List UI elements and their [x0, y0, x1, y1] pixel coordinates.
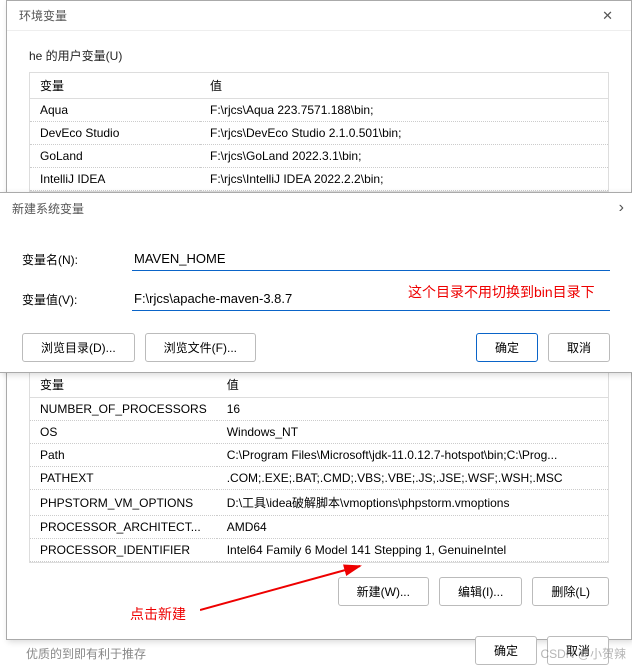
annotation-1: 这个目录不用切换到bin目录下 — [408, 282, 595, 302]
cancel-button[interactable]: 取消 — [548, 333, 610, 362]
table-row[interactable]: DevEco StudioF:\rjcs\DevEco Studio 2.1.0… — [30, 122, 608, 145]
user-vars-label: he 的用户变量(U) — [29, 47, 631, 64]
table-header-row: 变量 值 — [30, 73, 608, 99]
var-value-label: 变量值(V): — [22, 291, 132, 308]
col-value[interactable]: 值 — [217, 372, 608, 398]
new-button[interactable]: 新建(W)... — [338, 577, 429, 606]
table-row[interactable]: OSWindows_NT — [30, 421, 608, 444]
table-row[interactable]: NUMBER_OF_PROCESSORS16 — [30, 398, 608, 421]
env-dialog-titlebar: 环境变量 ✕ — [7, 1, 631, 31]
table-row[interactable]: PHPSTORM_VM_OPTIONSD:\工具\idea破解脚本\vmopti… — [30, 490, 608, 516]
table-row[interactable]: PROCESSOR_ARCHITECT...AMD64 — [30, 516, 608, 539]
table-row[interactable]: AquaF:\rjcs\Aqua 223.7571.188\bin; — [30, 99, 608, 122]
confirm-buttons: 确定 取消 — [476, 333, 610, 362]
delete-button[interactable]: 删除(L) — [532, 577, 609, 606]
browse-buttons: 浏览目录(D)... 浏览文件(F)... — [22, 333, 256, 362]
expand-icon[interactable]: › — [619, 199, 624, 217]
ok-button[interactable]: 确定 — [476, 333, 538, 362]
var-name-row: 变量名(N): — [0, 239, 632, 279]
env-dialog-title: 环境变量 — [19, 7, 67, 24]
table-row[interactable]: GoLandF:\rjcs\GoLand 2022.3.1\bin; — [30, 145, 608, 168]
table-row[interactable]: IntelliJ IDEAF:\rjcs\IntelliJ IDEA 2022.… — [30, 168, 608, 191]
col-variable[interactable]: 变量 — [30, 73, 200, 99]
var-name-input[interactable] — [132, 247, 610, 271]
table-row[interactable]: PATHEXT.COM;.EXE;.BAT;.CMD;.VBS;.VBE;.JS… — [30, 467, 608, 490]
browse-dir-button[interactable]: 浏览目录(D)... — [22, 333, 135, 362]
new-sysvar-title: 新建系统变量 — [12, 200, 84, 217]
browse-file-button[interactable]: 浏览文件(F)... — [145, 333, 256, 362]
annotation-2: 点击新建 — [130, 604, 186, 624]
table-row[interactable]: PROCESSOR_IDENTIFIERIntel64 Family 6 Mod… — [30, 539, 608, 562]
table-header-row: 变量 值 — [30, 372, 608, 398]
edit-button[interactable]: 编辑(I)... — [439, 577, 522, 606]
new-sysvar-titlebar: 新建系统变量 › — [0, 193, 632, 223]
ok-button[interactable]: 确定 — [475, 636, 537, 665]
background-text: 优质的到即有利于推存 — [26, 645, 146, 662]
sys-vars-buttons: 新建(W)... 编辑(I)... 删除(L) — [7, 577, 609, 606]
col-value[interactable]: 值 — [200, 73, 608, 99]
close-icon[interactable]: ✕ — [596, 6, 619, 26]
watermark: CSDN @小贺辣 — [540, 645, 626, 662]
var-name-label: 变量名(N): — [22, 251, 132, 268]
user-vars-table: 变量 值 AquaF:\rjcs\Aqua 223.7571.188\bin; … — [29, 72, 609, 192]
col-variable[interactable]: 变量 — [30, 372, 217, 398]
table-row[interactable]: PathC:\Program Files\Microsoft\jdk-11.0.… — [30, 444, 608, 467]
sys-vars-table: 变量 值 NUMBER_OF_PROCESSORS16 OSWindows_NT… — [29, 372, 609, 563]
